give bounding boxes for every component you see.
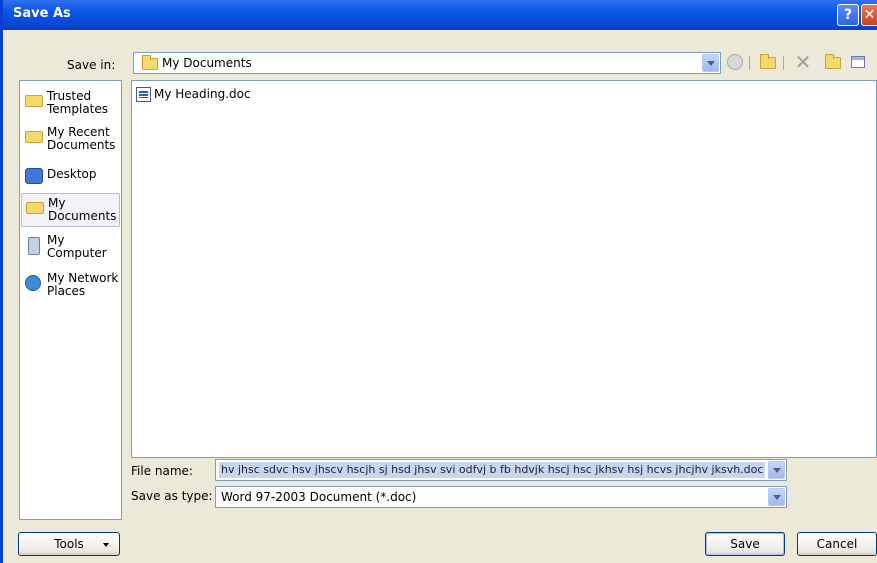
file-list[interactable]: My Heading.doc [131,80,877,458]
save-in-dropdown[interactable]: My Documents [133,52,721,74]
new-folder-icon [825,54,841,69]
close-button[interactable]: ✕ [861,4,877,26]
up-folder-button[interactable] [758,52,778,72]
views-button[interactable] [849,52,871,72]
place-label: My Network Places [47,271,119,298]
place-label: My Computer [47,233,107,260]
place-label: My Documents [48,196,117,223]
tools-button[interactable]: Tools [18,532,120,556]
chevron-down-icon[interactable] [768,461,785,479]
delete-button[interactable]: ✕ [793,52,813,72]
title-bar[interactable]: Save As ? ✕ [3,0,877,30]
dialog-title: Save As [13,6,71,21]
chevron-down-icon[interactable] [768,488,785,506]
place-my-recent-documents[interactable]: My Recent Documents [21,123,120,155]
place-my-computer[interactable]: My Computer [21,231,120,265]
places-bar: Trusted Templates My Recent Documents De… [19,80,122,520]
place-trusted-templates[interactable]: Trusted Templates [21,87,120,119]
folder-icon [25,131,43,143]
back-icon [727,54,743,70]
folder-icon [26,202,44,214]
place-label: Trusted Templates [47,89,109,116]
save-as-dialog: Save As ? ✕ Save in: My Documents ✕ Trus… [0,0,877,563]
place-my-documents[interactable]: My Documents [21,193,120,227]
folder-icon [142,55,158,70]
save-as-type-label: Save as type: [131,489,213,503]
file-item[interactable]: My Heading.doc [136,87,251,103]
caret-down-icon [103,543,109,547]
file-name-input[interactable]: hv jhsc sdvc hsv jhscv hscjh sj hsd jhsv… [215,459,787,481]
place-desktop[interactable]: Desktop [21,165,120,187]
up-folder-icon [760,54,776,69]
save-in-value: My Documents [162,56,252,70]
file-name-text: My Heading.doc [154,87,251,101]
toolbar-separator [749,56,750,70]
computer-icon [28,237,40,255]
place-my-network-places[interactable]: My Network Places [21,269,120,303]
desktop-icon [25,168,43,184]
new-folder-button[interactable] [823,52,843,72]
file-name-label: File name: [131,464,193,478]
save-in-label: Save in: [67,58,116,72]
views-icon [851,56,865,68]
save-button[interactable]: Save [705,532,785,556]
file-name-value[interactable]: hv jhsc sdvc hsv jhscv hscjh sj hsd jhsv… [219,462,765,478]
help-button[interactable]: ? [837,4,859,26]
save-as-type-dropdown[interactable]: Word 97-2003 Document (*.doc) [215,486,787,508]
network-icon [25,275,41,291]
cancel-button[interactable]: Cancel [797,532,877,556]
word-doc-icon [136,87,151,102]
place-label: My Recent Documents [47,125,116,152]
folder-icon [25,95,43,107]
chevron-down-icon[interactable] [702,54,719,72]
place-label: Desktop [47,167,97,181]
back-button[interactable] [725,52,745,72]
tools-label: Tools [54,537,84,551]
toolbar-separator [783,56,784,70]
save-as-type-value: Word 97-2003 Document (*.doc) [221,490,417,504]
